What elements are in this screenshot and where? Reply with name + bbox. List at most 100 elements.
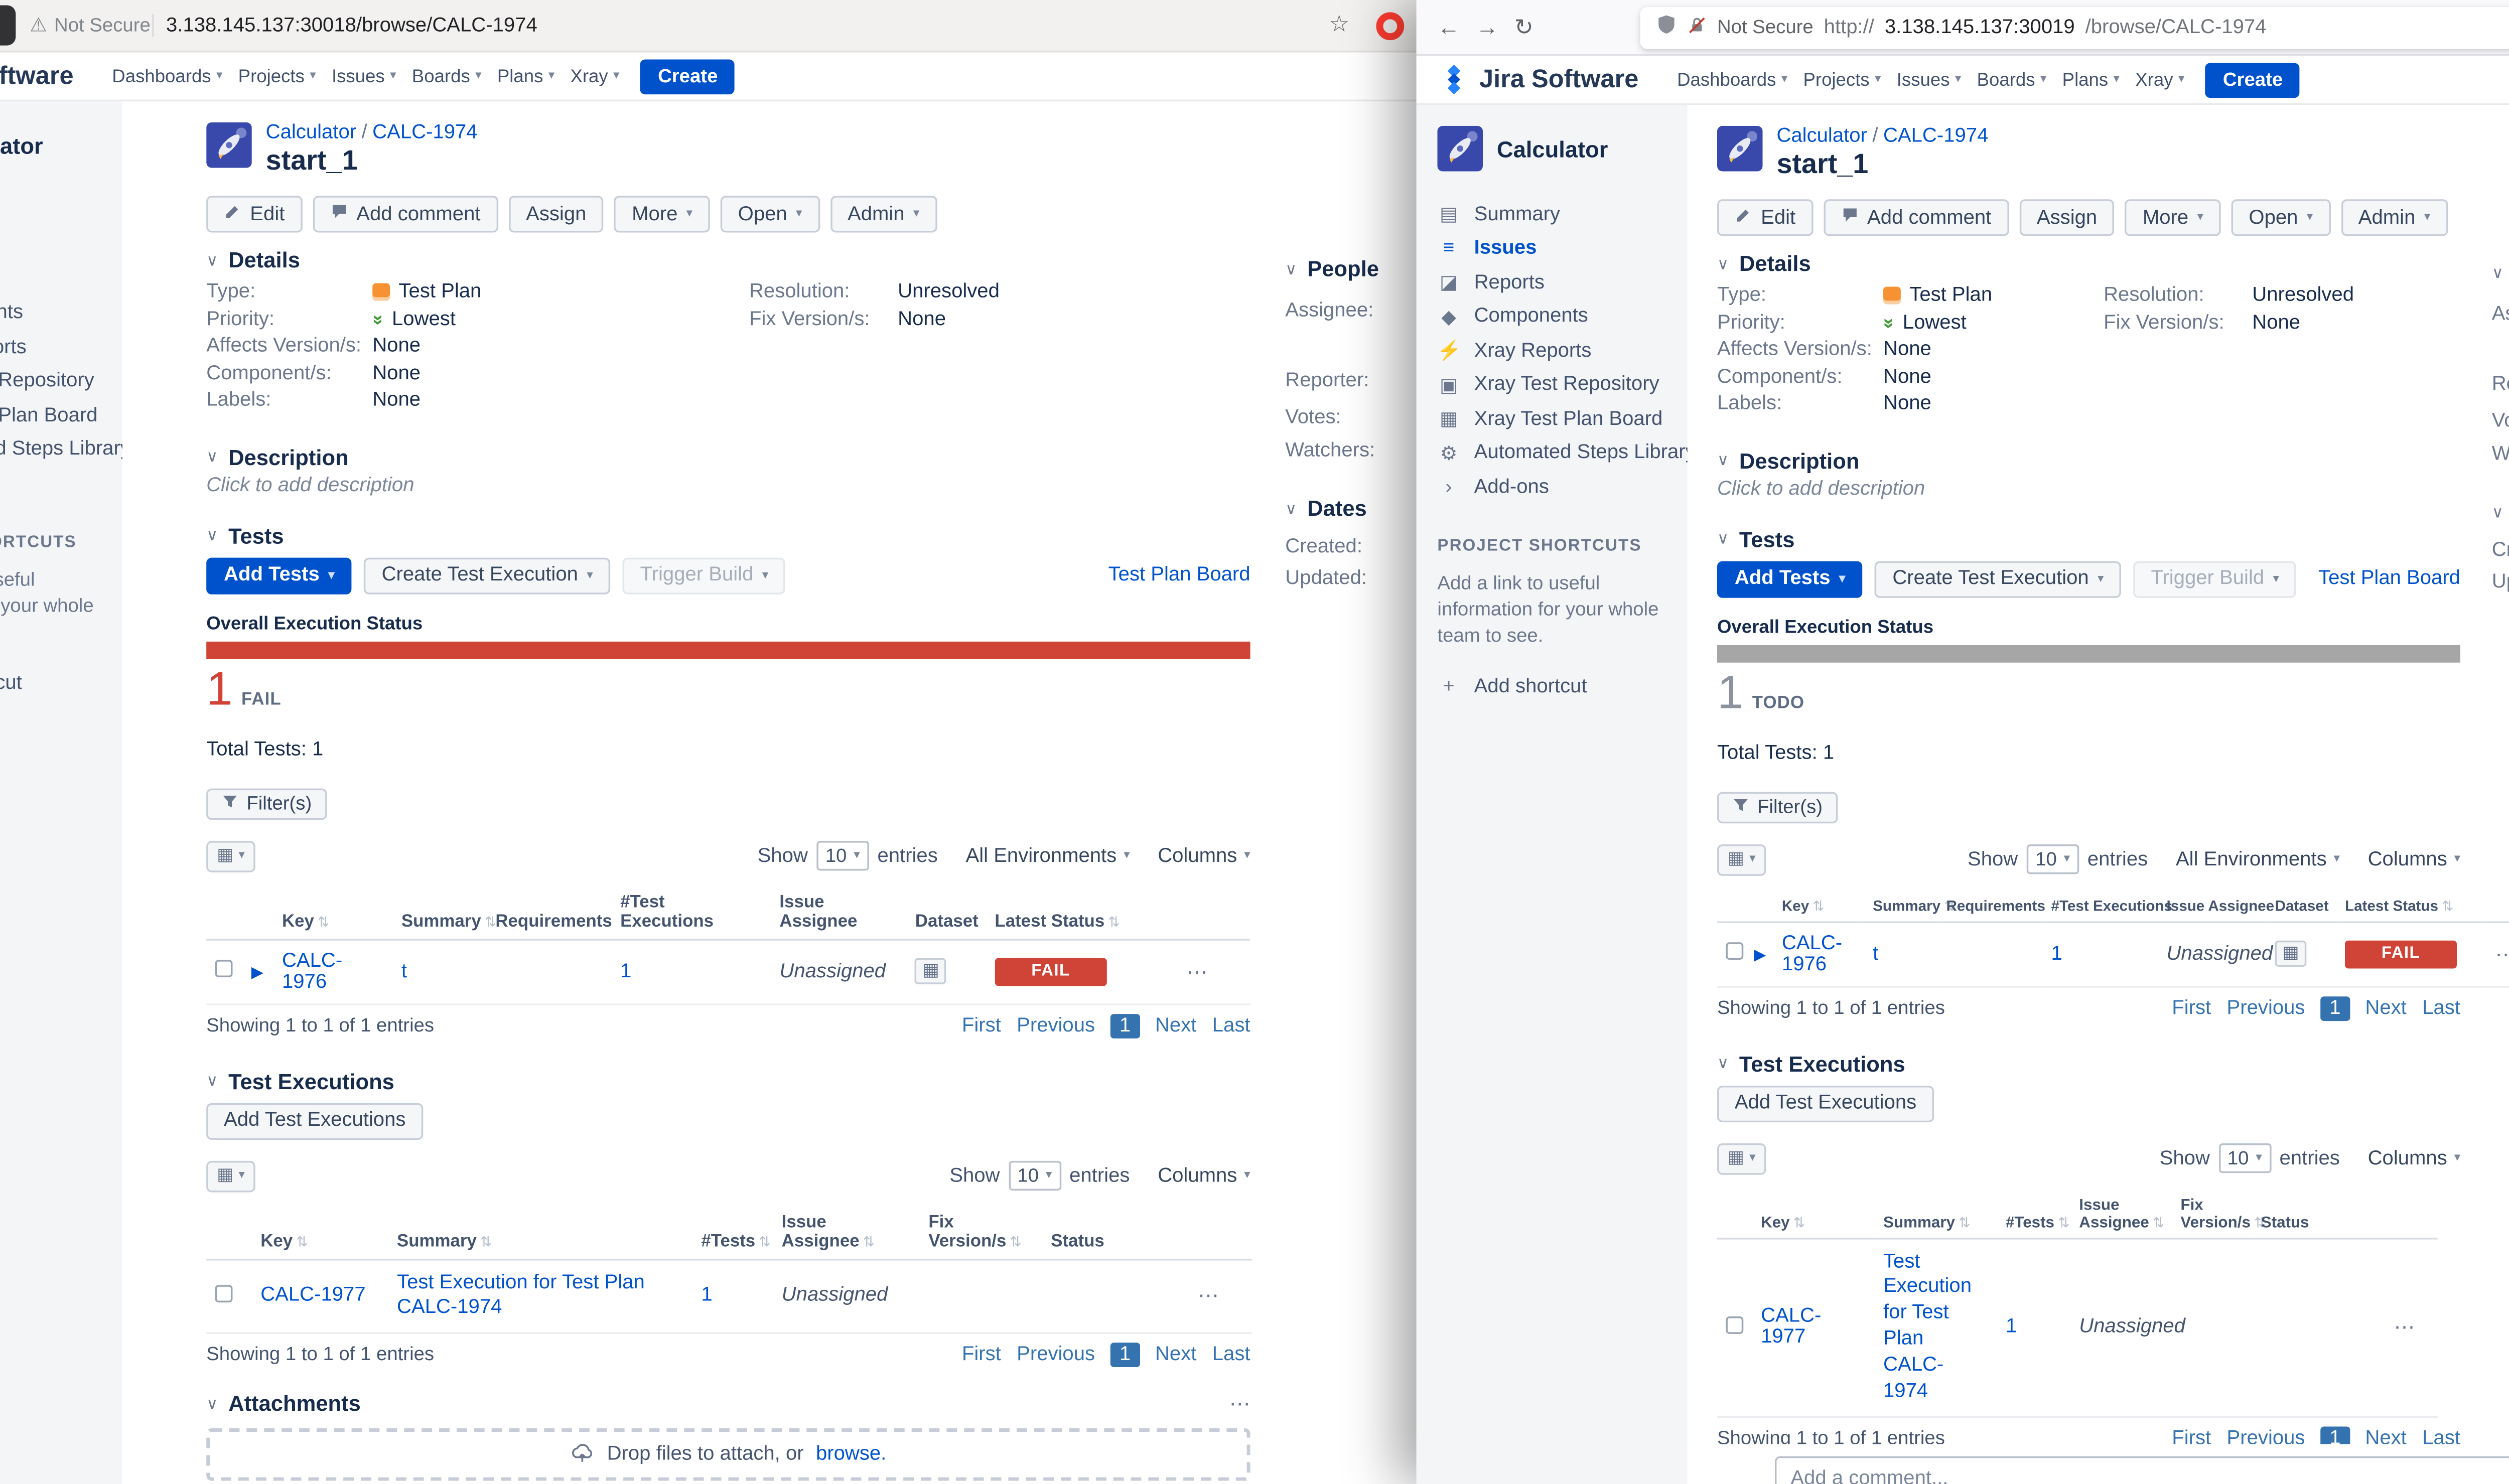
row-actions-menu[interactable]: ⋯ bbox=[1187, 959, 1208, 983]
test-plan-board-link[interactable]: Test Plan Board bbox=[2318, 568, 2460, 589]
test-executions-count-link[interactable]: 1 bbox=[2051, 943, 2062, 964]
back-icon[interactable]: ← bbox=[1437, 14, 1460, 40]
sidebar-item-summary[interactable]: ▤Summary bbox=[1437, 198, 1673, 232]
execution-key-link[interactable]: CALC-1977 bbox=[260, 1286, 365, 1307]
col-tests[interactable]: #Tests⇅ bbox=[1997, 1188, 2070, 1238]
trigger-build-button[interactable]: Trigger Build▾ bbox=[2134, 560, 2297, 597]
reload-icon[interactable]: ↻ bbox=[1514, 14, 1534, 42]
more-button[interactable]: More▾ bbox=[2125, 199, 2221, 236]
sidebar-item-components[interactable]: ◆Components bbox=[0, 296, 108, 331]
nav-plans[interactable]: Plans▾ bbox=[497, 66, 554, 87]
first-page-link[interactable]: First bbox=[2172, 997, 2211, 1018]
description-placeholder[interactable]: Click to add description bbox=[1717, 478, 2460, 499]
environments-dropdown[interactable]: All Environments▾ bbox=[2176, 849, 2340, 870]
breadcrumb-project-link[interactable]: Calculator bbox=[1776, 126, 1867, 147]
sidebar-item-automated-steps-library[interactable]: ⚙Automated Steps Library bbox=[1437, 436, 1673, 470]
sidebar-item-reports[interactable]: ◪Reports bbox=[1437, 266, 1673, 300]
shield-icon[interactable] bbox=[1656, 12, 1677, 44]
execute-play-icon[interactable]: ▶ bbox=[1754, 945, 1766, 962]
dataset-icon[interactable]: ▦ bbox=[915, 958, 947, 984]
sidebar-item-reports[interactable]: ◪Reports bbox=[0, 262, 108, 296]
last-page-link[interactable]: Last bbox=[1212, 1015, 1250, 1036]
assign-button[interactable]: Assign bbox=[508, 196, 604, 232]
col-summary[interactable]: Summary⇅ bbox=[392, 885, 486, 939]
nav-boards[interactable]: Boards▾ bbox=[412, 66, 482, 87]
page-size-select[interactable]: 10▾ bbox=[816, 841, 869, 870]
col-key[interactable]: Key⇅ bbox=[273, 885, 393, 939]
nav-plans[interactable]: Plans▾ bbox=[2062, 69, 2120, 90]
create-test-execution-button[interactable]: Create Test Execution▾ bbox=[364, 557, 611, 593]
columns-dropdown[interactable]: Columns▾ bbox=[2368, 1148, 2460, 1169]
test-key-link[interactable]: CALC-1976 bbox=[282, 950, 342, 992]
people-heading[interactable]: ∨People bbox=[2492, 260, 2509, 285]
test-executions-count-link[interactable]: 1 bbox=[620, 961, 631, 982]
col-issue-assignee[interactable]: Issue Assignee bbox=[2158, 889, 2266, 921]
sidebar-item-xray-reports[interactable]: ⚡Xray Reports bbox=[1437, 334, 1673, 368]
columns-dropdown[interactable]: Columns▾ bbox=[1158, 845, 1250, 866]
execution-summary-link[interactable]: Test Execution for Test Plan CALC-1974 bbox=[1883, 1251, 1972, 1402]
insecure-lock-icon[interactable] bbox=[1688, 12, 1707, 44]
sidebar-item-add-ons[interactable]: ›Add-ons bbox=[0, 467, 108, 501]
attachments-dropzone[interactable]: Drop files to attach, or browse. bbox=[206, 1429, 1250, 1481]
filter-button[interactable]: Filter(s) bbox=[1717, 791, 1838, 823]
details-heading[interactable]: ∨Details bbox=[1717, 252, 2460, 276]
tests-heading[interactable]: ∨Tests bbox=[1717, 527, 2460, 552]
attachments-menu[interactable]: ⋯ bbox=[1229, 1392, 1250, 1417]
sidebar-item-xray-test-plan-board[interactable]: ▦Xray Test Plan Board bbox=[1437, 402, 1673, 436]
dates-heading[interactable]: ∨Dates bbox=[2492, 500, 2509, 525]
execution-key-link[interactable]: CALC-1977 bbox=[1761, 1306, 1821, 1349]
filter-button[interactable]: Filter(s) bbox=[206, 788, 327, 819]
nav-issues[interactable]: Issues▾ bbox=[1897, 69, 1961, 90]
row-checkbox[interactable] bbox=[215, 960, 233, 977]
table-export-button[interactable]: ▦▾ bbox=[1717, 1142, 1766, 1174]
sidebar-item-summary[interactable]: ▤Summary bbox=[0, 194, 108, 228]
col-status[interactable]: Status bbox=[2252, 1188, 2385, 1238]
create-button[interactable]: Create bbox=[2205, 62, 2300, 97]
sidebar-item-xray-test-repository[interactable]: ▣Xray Test Repository bbox=[1437, 368, 1673, 402]
add-tests-button[interactable]: Add Tests▾ bbox=[206, 557, 352, 593]
last-page-link[interactable]: Last bbox=[2422, 997, 2460, 1018]
comment-input[interactable]: Add a comment... bbox=[1775, 1456, 2509, 1484]
col-issue-assignee[interactable]: Issue Assignee bbox=[771, 885, 906, 939]
breadcrumb-issue-link[interactable]: CALC-1974 bbox=[1883, 126, 1988, 147]
attachments-heading[interactable]: ∨Attachments⋯ bbox=[206, 1392, 1250, 1417]
tests-heading[interactable]: ∨Tests bbox=[206, 524, 1250, 548]
more-button[interactable]: More▾ bbox=[614, 196, 710, 232]
execution-tests-count-link[interactable]: 1 bbox=[2006, 1317, 2017, 1338]
address-bar[interactable]: Not Secure http:// 3.138.145.137:30019 /… bbox=[1640, 7, 2509, 49]
col-issue-assignee[interactable]: Issue Assignee⇅ bbox=[773, 1206, 920, 1259]
project-header[interactable]: Calculator bbox=[0, 122, 108, 168]
sidebar-item-components[interactable]: ◆Components bbox=[1437, 300, 1673, 334]
col-test-executions[interactable]: #Test Executions bbox=[612, 885, 771, 939]
select-all-column[interactable] bbox=[206, 885, 242, 939]
table-export-button[interactable]: ▦▾ bbox=[1717, 843, 1766, 875]
col-requirements[interactable]: Requirements bbox=[487, 885, 612, 939]
create-button[interactable]: Create bbox=[640, 59, 735, 94]
current-page[interactable]: 1 bbox=[1110, 1013, 1139, 1037]
col-summary[interactable]: Summary⇅ bbox=[1875, 1188, 1997, 1238]
table-export-button[interactable]: ▦▾ bbox=[206, 1160, 255, 1192]
row-checkbox[interactable] bbox=[1726, 942, 1743, 960]
columns-dropdown[interactable]: Columns▾ bbox=[1158, 1165, 1250, 1186]
col-tests[interactable]: #Tests⇅ bbox=[692, 1206, 773, 1259]
select-all-column[interactable] bbox=[1717, 1188, 1752, 1238]
jira-logo[interactable]: Jira Software bbox=[0, 61, 74, 91]
row-checkbox[interactable] bbox=[1726, 1316, 1743, 1333]
col-key[interactable]: Key⇅ bbox=[1773, 889, 1864, 921]
select-all-column[interactable] bbox=[1717, 889, 1745, 921]
last-page-link[interactable]: Last bbox=[1212, 1345, 1250, 1366]
add-tests-button[interactable]: Add Tests▾ bbox=[1717, 560, 1863, 597]
select-all-column[interactable] bbox=[206, 1206, 252, 1259]
col-fix-version[interactable]: Fix Version/s⇅ bbox=[2172, 1188, 2252, 1238]
columns-dropdown[interactable]: Columns▾ bbox=[2368, 849, 2460, 870]
add-test-executions-button[interactable]: Add Test Executions bbox=[206, 1102, 423, 1139]
col-summary[interactable]: Summary⇅ bbox=[388, 1206, 692, 1259]
edit-button[interactable]: Edit bbox=[206, 196, 302, 232]
add-shortcut-button[interactable]: +Add shortcut bbox=[0, 672, 108, 693]
row-actions-menu[interactable]: ⋯ bbox=[2394, 1315, 2415, 1340]
nav-dashboards[interactable]: Dashboards▾ bbox=[1677, 69, 1787, 90]
bookmark-star-icon[interactable]: ☆ bbox=[1329, 11, 1349, 39]
col-summary[interactable]: Summary⇅ bbox=[1864, 889, 1937, 921]
nav-boards[interactable]: Boards▾ bbox=[1977, 69, 2047, 90]
col-issue-assignee[interactable]: Issue Assignee⇅ bbox=[2070, 1188, 2172, 1238]
